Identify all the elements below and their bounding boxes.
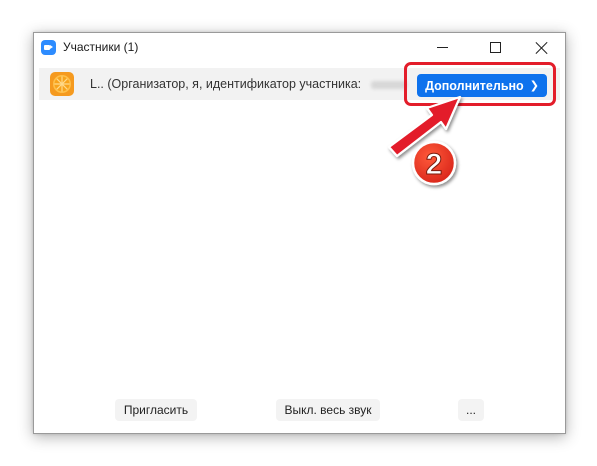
annotation-overlay: 2 bbox=[387, 95, 462, 186]
step-number: 2 bbox=[426, 148, 443, 181]
step-badge: 2 bbox=[411, 140, 457, 186]
